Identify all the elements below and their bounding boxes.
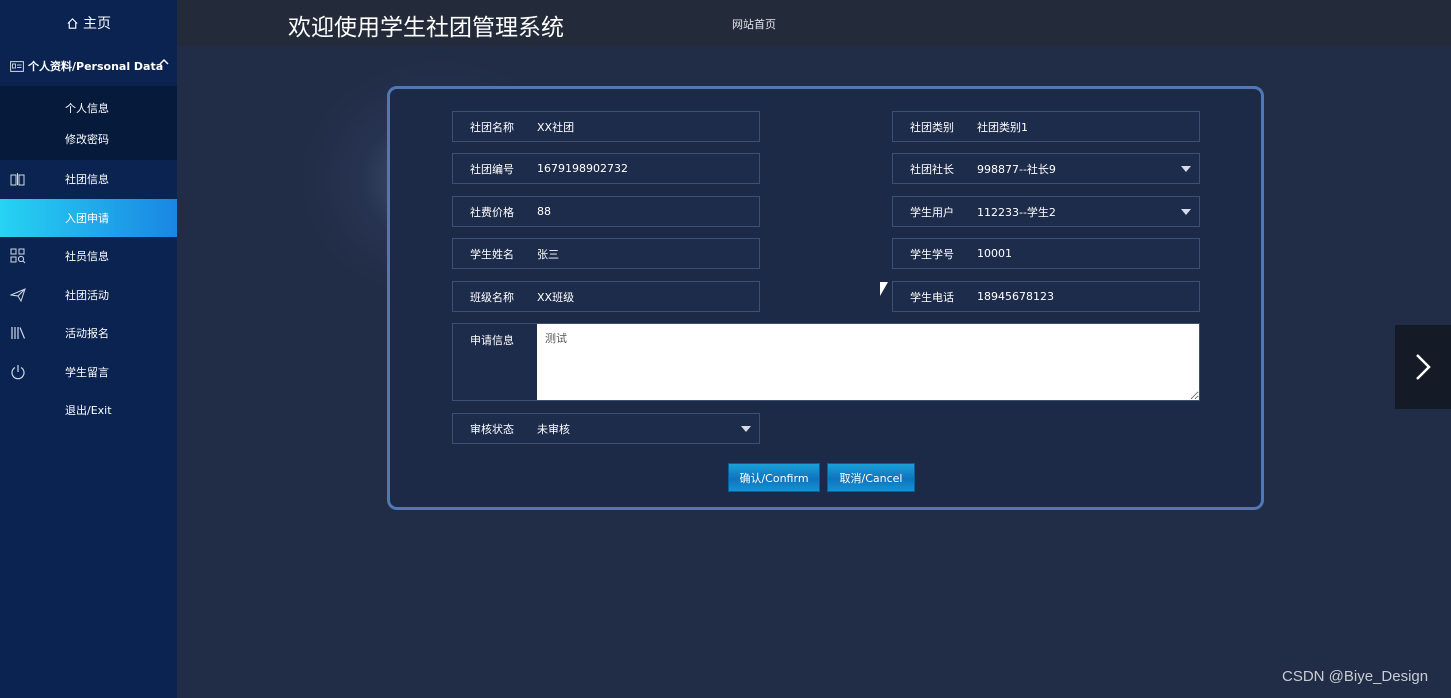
student-phone-input[interactable]: 18945678123	[977, 290, 1199, 303]
field-label: 审核状态	[470, 422, 514, 436]
mouse-cursor	[880, 282, 888, 296]
field-label: 社团名称	[470, 120, 514, 134]
club-name-input[interactable]: XX社团	[537, 119, 759, 135]
sidebar-submenu: 个人信息 修改密码	[0, 86, 177, 160]
sidebar-item-exit[interactable]: 退出/Exit	[0, 391, 177, 430]
fee-input[interactable]: 88	[537, 205, 759, 218]
id-card-icon	[10, 60, 24, 72]
chevron-right-icon	[1416, 354, 1431, 380]
sidebar-item-join-application[interactable]: 入团申请	[0, 198, 177, 237]
sidebar-section-personal[interactable]: 个人资料/Personal Data	[0, 46, 177, 86]
student-name-input[interactable]: 张三	[537, 246, 759, 262]
student-user-select[interactable]: 学生用户 112233--学生2	[892, 196, 1200, 227]
review-status-select[interactable]: 审核状态 未审核	[452, 413, 760, 444]
club-type-input[interactable]: 社团类别1	[977, 119, 1199, 135]
sidebar-item-activity-signup[interactable]: 活动报名	[0, 314, 177, 353]
student-no-field[interactable]: 学生学号 10001	[892, 238, 1200, 269]
sidebar-item-label: 退出/Exit	[65, 404, 112, 418]
field-label: 学生用户	[910, 205, 954, 219]
student-no-input[interactable]: 10001	[977, 247, 1199, 260]
field-label: 社团社长	[910, 162, 954, 176]
apply-info-textarea[interactable]	[537, 324, 1199, 400]
student-name-field[interactable]: 学生姓名 张三	[452, 238, 760, 269]
sidebar-item-change-password[interactable]: 修改密码	[0, 123, 177, 154]
sidebar-item-label: 社团信息	[65, 173, 109, 187]
sidebar-item-label: 学生留言	[65, 365, 109, 379]
nav-link-home-site[interactable]: 网站首页	[732, 16, 776, 32]
club-name-field[interactable]: 社团名称 XX社团	[452, 111, 760, 142]
next-arrow-button[interactable]	[1395, 325, 1451, 409]
caret-down-icon[interactable]	[1181, 166, 1191, 172]
field-label: 社费价格	[470, 205, 514, 219]
sidebar: 主页 个人资料/Personal Data 个人信息 修改密码 社团信息 入团申…	[0, 0, 177, 698]
field-label: 学生姓名	[470, 247, 514, 261]
paper-plane-icon	[9, 287, 27, 303]
club-type-field[interactable]: 社团类别 社团类别1	[892, 111, 1200, 142]
field-label: 班级名称	[470, 290, 514, 304]
sidebar-item-student-message[interactable]: 学生留言	[0, 353, 177, 392]
sidebar-section-label: 个人资料/Personal Data	[28, 60, 164, 73]
sidebar-item-label: 活动报名	[65, 327, 109, 341]
club-no-input[interactable]: 1679198902732	[537, 162, 759, 175]
sidebar-item-label: 社员信息	[65, 250, 109, 264]
club-leader-value[interactable]: 998877--社长9	[977, 161, 1199, 177]
top-header: 欢迎使用学生社团管理系统 网站首页	[177, 0, 1451, 46]
caret-down-icon[interactable]	[1181, 209, 1191, 215]
review-status-value[interactable]: 未审核	[537, 421, 759, 437]
watermark: CSDN @Biye_Design	[1282, 668, 1429, 685]
caret-down-icon[interactable]	[741, 426, 751, 432]
cancel-button[interactable]: 取消/Cancel	[827, 463, 915, 492]
page-title: 欢迎使用学生社团管理系统	[288, 15, 564, 41]
chevron-up-icon	[159, 59, 169, 65]
sidebar-item-member-info[interactable]: 社员信息	[0, 237, 177, 276]
field-label: 社团编号	[470, 162, 514, 176]
apply-info-field[interactable]: 申请信息	[452, 323, 1200, 401]
sidebar-item-label: 入团申请	[65, 211, 109, 225]
sidebar-item-profile[interactable]: 个人信息	[0, 92, 177, 123]
confirm-button[interactable]: 确认/Confirm	[728, 463, 820, 492]
grid-search-icon	[9, 248, 27, 264]
class-name-input[interactable]: XX班级	[537, 289, 759, 305]
book-icon	[9, 171, 27, 187]
sidebar-home-label: 主页	[83, 16, 111, 32]
sidebar-item-label: 社团活动	[65, 288, 109, 302]
field-label: 申请信息	[470, 334, 514, 347]
fee-field[interactable]: 社费价格 88	[452, 196, 760, 227]
club-no-field[interactable]: 社团编号 1679198902732	[452, 153, 760, 184]
sidebar-item-club-activity[interactable]: 社团活动	[0, 276, 177, 315]
power-icon	[9, 364, 27, 380]
club-leader-select[interactable]: 社团社长 998877--社长9	[892, 153, 1200, 184]
library-icon	[9, 325, 27, 341]
student-phone-field[interactable]: 学生电话 18945678123	[892, 281, 1200, 312]
field-label: 学生学号	[910, 247, 954, 261]
field-label: 社团类别	[910, 120, 954, 134]
class-name-field[interactable]: 班级名称 XX班级	[452, 281, 760, 312]
field-label: 学生电话	[910, 290, 954, 304]
home-icon	[67, 17, 78, 29]
sidebar-item-club-info[interactable]: 社团信息	[0, 160, 177, 199]
student-user-value[interactable]: 112233--学生2	[977, 204, 1199, 220]
sidebar-home[interactable]: 主页	[0, 0, 177, 46]
